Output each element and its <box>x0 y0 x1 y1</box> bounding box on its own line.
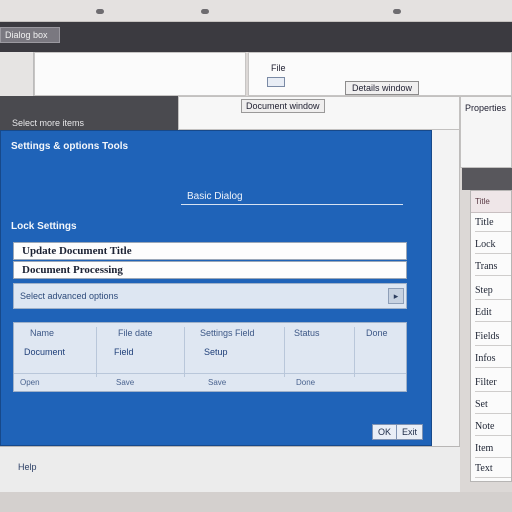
dialog-side-panel <box>432 130 460 446</box>
table-cell[interactable]: Field <box>114 347 134 357</box>
background-window-tab[interactable]: Document window <box>241 99 325 113</box>
dialog-heading: Basic Dialog <box>187 191 243 202</box>
background-window-properties-label: Properties <box>465 103 507 113</box>
app-titlebar: Dialog box <box>0 22 512 52</box>
right-list-header: Title <box>471 191 511 213</box>
help-link[interactable]: Help <box>18 462 37 472</box>
window-control-dot[interactable] <box>393 9 401 14</box>
exit-button[interactable]: Exit <box>396 424 424 440</box>
list-item[interactable]: Trans <box>475 259 511 276</box>
chevron-right-icon[interactable]: ▸ <box>388 288 404 304</box>
app-title-button[interactable]: Dialog box <box>0 27 60 43</box>
list-item[interactable]: Edit <box>475 305 511 322</box>
table-footer-cell[interactable]: Save <box>116 378 134 387</box>
table-header[interactable]: Status <box>294 328 320 340</box>
status-area: Help <box>0 446 460 492</box>
background-panel-b-label: File <box>271 63 286 73</box>
background-window-document: Document window <box>178 96 460 130</box>
settings-dialog: Settings & options Tools Basic Dialog Lo… <box>0 130 432 446</box>
table-footer-cell[interactable]: Done <box>296 378 315 387</box>
background-left-panel <box>0 52 34 96</box>
dialog-title: Settings & options Tools <box>11 141 129 152</box>
background-window-properties: Properties <box>460 96 512 168</box>
background-window-dark: Select more items <box>0 96 178 130</box>
background-window-dark-label: Select more items <box>12 118 85 128</box>
heading-divider <box>181 204 403 205</box>
table-header[interactable]: Name <box>30 328 54 340</box>
background-panel-b-tab[interactable]: Details window <box>345 81 420 95</box>
list-item[interactable]: Lock <box>475 237 511 254</box>
ok-button[interactable]: OK <box>372 424 398 440</box>
table-footer-cell[interactable]: Open <box>20 378 40 387</box>
list-item[interactable]: Filter <box>475 375 511 392</box>
table-header[interactable]: Done <box>366 328 388 340</box>
list-item[interactable]: Infos <box>475 351 511 368</box>
table-footer-cell[interactable]: Save <box>208 378 226 387</box>
column-divider <box>354 327 355 377</box>
column-divider <box>184 327 185 377</box>
section-label: Lock Settings <box>11 221 77 232</box>
table-cell[interactable]: Document <box>24 347 65 357</box>
processing-field[interactable]: Document Processing <box>13 261 407 279</box>
options-select[interactable]: Select advanced options ▸ <box>13 283 407 309</box>
list-item[interactable]: Fields <box>475 329 511 346</box>
list-item[interactable]: Text <box>475 461 511 478</box>
right-list-header-label: Title <box>475 197 490 206</box>
list-item[interactable]: Note <box>475 419 511 436</box>
title-field[interactable]: Update Document Title <box>13 242 407 260</box>
right-list-panel: Title Title Lock Trans Step Edit Fields … <box>470 190 512 482</box>
list-item[interactable]: Step <box>475 283 511 300</box>
table-header[interactable]: Settings Field <box>200 328 255 340</box>
column-divider <box>284 327 285 377</box>
background-window-gray-block <box>462 168 512 190</box>
list-item[interactable]: Item <box>475 441 511 458</box>
column-divider <box>96 327 97 377</box>
window-control-dot[interactable] <box>96 9 104 14</box>
window-control-dot[interactable] <box>201 9 209 14</box>
list-item[interactable]: Set <box>475 397 511 414</box>
bottom-bezel <box>0 492 512 512</box>
table-cell[interactable]: Setup <box>204 347 228 357</box>
background-panel-b: File Details window <box>248 52 512 96</box>
table-header[interactable]: File date <box>118 328 153 340</box>
table-footer-row: Open Save Save Done <box>14 373 406 391</box>
options-select-value: Select advanced options <box>20 291 119 301</box>
settings-table: Name File date Settings Field Status Don… <box>13 322 407 392</box>
background-panel-a <box>34 52 246 96</box>
top-strip <box>0 0 512 22</box>
list-item[interactable]: Title <box>475 215 511 232</box>
document-icon <box>267 77 285 87</box>
